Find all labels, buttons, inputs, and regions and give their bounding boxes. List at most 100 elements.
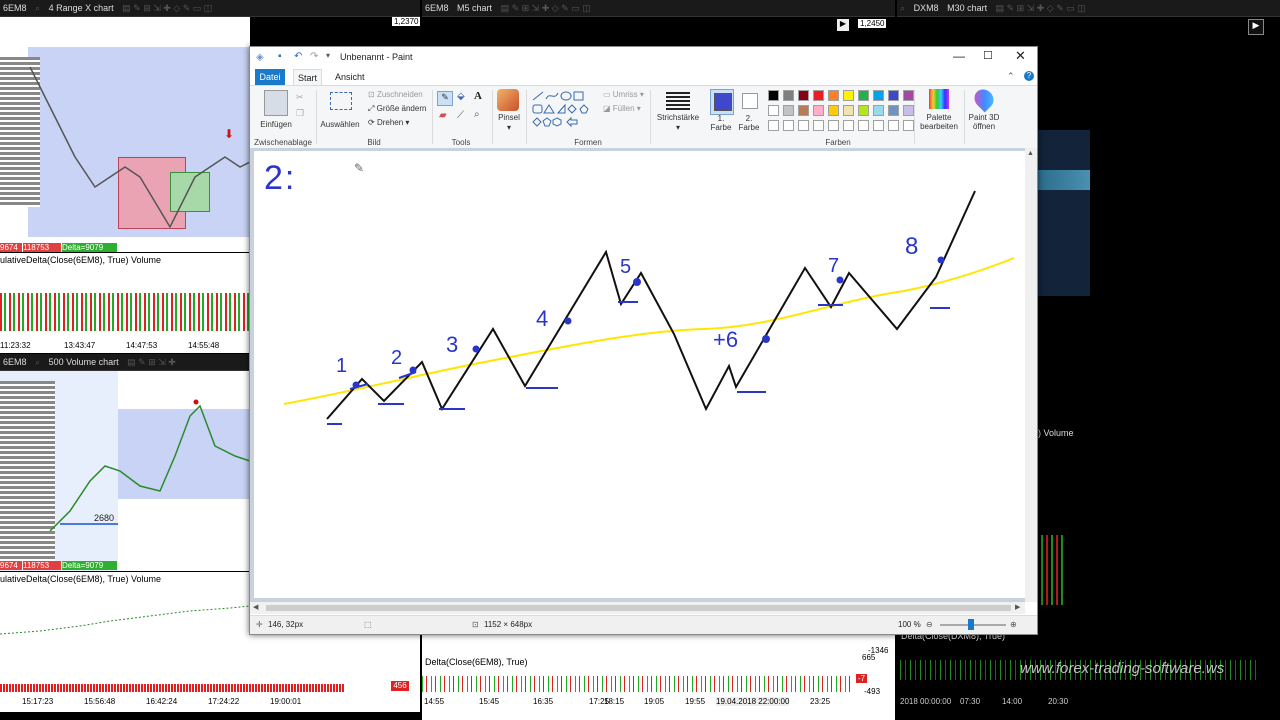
resize-button[interactable]: ⤢ Größe ändern xyxy=(368,104,426,114)
empty-color-swatch[interactable] xyxy=(888,120,899,131)
color-swatch[interactable] xyxy=(903,90,914,101)
color-swatch[interactable] xyxy=(783,90,794,101)
empty-color-swatch[interactable] xyxy=(813,120,824,131)
chart-type[interactable]: 500 Volume chart xyxy=(49,354,119,370)
zoom-slider-thumb[interactable] xyxy=(968,619,974,630)
text-tool-icon[interactable]: A xyxy=(474,90,482,102)
empty-color-swatch[interactable] xyxy=(903,120,914,131)
color-swatch[interactable] xyxy=(783,105,794,116)
fill-button[interactable]: ◪ Füllen ▾ xyxy=(603,104,641,113)
color-swatch[interactable] xyxy=(768,90,779,101)
color-picker-icon[interactable]: ⟋ xyxy=(457,110,464,121)
save-icon[interactable]: ▪ xyxy=(278,51,282,62)
scroll-right-icon[interactable]: ▶ xyxy=(1015,603,1020,611)
chart-type[interactable]: M30 chart xyxy=(947,0,987,16)
color-swatch[interactable] xyxy=(798,105,809,116)
scroll-left-icon[interactable]: ◀ xyxy=(253,603,258,611)
color-swatch[interactable] xyxy=(798,90,809,101)
color-swatch[interactable] xyxy=(828,105,839,116)
scroll-thumb[interactable] xyxy=(266,605,1011,611)
chart-symbol[interactable]: 6EM8 xyxy=(425,0,449,16)
settings-icon[interactable]: ▤ ✎ ⊞ ⇲ ✚ ◇ ✎ ▭ ◫ xyxy=(122,0,212,16)
crop-button[interactable]: ⊡ Zuschneiden xyxy=(368,90,423,99)
vertical-scrollbar[interactable]: ▲ xyxy=(1025,148,1037,602)
color-swatch[interactable] xyxy=(873,105,884,116)
color-swatch[interactable] xyxy=(843,105,854,116)
empty-color-swatch[interactable] xyxy=(843,120,854,131)
empty-color-swatch[interactable] xyxy=(858,120,869,131)
copy-icon[interactable]: ❐ xyxy=(296,108,304,119)
tab-file[interactable]: Datei xyxy=(255,69,285,85)
chevron-down-icon[interactable]: ▾ xyxy=(650,123,706,132)
chart-symbol[interactable]: DXM8 xyxy=(914,0,939,16)
paint-window[interactable]: ◈ ▪ ↶ ↷ ▾ Unbenannt - Paint — ☐ ✕ Datei … xyxy=(249,46,1038,635)
tab-start[interactable]: Start xyxy=(293,69,323,86)
quick-access-dropdown-icon[interactable]: ▾ xyxy=(326,51,330,60)
size-button[interactable]: Strichstärke xyxy=(650,113,706,122)
chart-symbol[interactable]: 6EM8 xyxy=(3,0,27,16)
shapes-gallery[interactable] xyxy=(532,90,598,130)
color-swatch[interactable] xyxy=(888,105,899,116)
color-swatch[interactable] xyxy=(828,90,839,101)
chart-type[interactable]: M5 chart xyxy=(457,0,492,16)
close-icon[interactable]: ✕ xyxy=(1015,48,1026,64)
collapse-ribbon-icon[interactable]: ⌃ xyxy=(1007,71,1015,82)
next-icon[interactable]: ▶ xyxy=(837,19,849,31)
color2-swatch[interactable] xyxy=(742,93,758,109)
line-width-icon[interactable] xyxy=(666,92,690,110)
chart-symbol[interactable]: 6EM8 xyxy=(3,354,27,370)
zoom-out-icon[interactable]: ⊖ xyxy=(926,616,933,634)
color1-button[interactable] xyxy=(710,89,734,115)
chevron-down-icon[interactable]: ▾ xyxy=(494,123,524,132)
paint-3d-icon[interactable] xyxy=(970,85,998,113)
paste-icon[interactable] xyxy=(264,90,288,116)
maximize-icon[interactable]: ☐ xyxy=(983,49,993,62)
color-swatch[interactable] xyxy=(858,90,869,101)
paste-button[interactable]: Einfügen xyxy=(256,120,296,129)
color-swatch[interactable] xyxy=(843,90,854,101)
title-bar[interactable]: ◈ ▪ ↶ ↷ ▾ Unbenannt - Paint — ☐ ✕ xyxy=(250,47,1037,69)
magnifier-icon[interactable]: ⌕ xyxy=(474,109,480,120)
select-icon[interactable] xyxy=(330,92,352,110)
brush-icon[interactable] xyxy=(497,89,519,111)
eraser-icon[interactable]: ▰ xyxy=(439,110,447,121)
edit-colors-button[interactable]: Palette xyxy=(914,113,964,122)
tab-view[interactable]: Ansicht xyxy=(331,69,369,85)
paint-3d-button[interactable]: Paint 3D xyxy=(962,113,1006,122)
color-swatch[interactable] xyxy=(768,105,779,116)
undo-icon[interactable]: ↶ xyxy=(294,51,302,62)
minimize-icon[interactable]: — xyxy=(953,49,965,63)
search-icon[interactable]: ⌕ xyxy=(35,0,40,16)
color-swatch[interactable] xyxy=(813,90,824,101)
edit-colors-icon[interactable] xyxy=(929,89,949,109)
search-icon[interactable]: ⌕ xyxy=(900,0,905,16)
horizontal-scrollbar[interactable]: ◀ ▶ xyxy=(250,602,1025,614)
redo-icon[interactable]: ↷ xyxy=(310,51,318,62)
next-icon[interactable]: ▶ xyxy=(1248,19,1264,35)
brushes-button[interactable]: Pinsel xyxy=(494,113,524,122)
pencil-icon[interactable]: ✎ xyxy=(437,91,453,106)
empty-color-swatch[interactable] xyxy=(828,120,839,131)
fill-bucket-icon[interactable]: ⬙ xyxy=(457,91,465,102)
color-swatch[interactable] xyxy=(858,105,869,116)
toolbar-icons[interactable]: ▤ ✎ ⊞ ⇲ ✚ xyxy=(127,354,176,370)
empty-color-swatch[interactable] xyxy=(873,120,884,131)
empty-color-swatch[interactable] xyxy=(798,120,809,131)
chart-type[interactable]: 4 Range X chart xyxy=(49,0,114,16)
color-swatch[interactable] xyxy=(903,105,914,116)
empty-color-swatch[interactable] xyxy=(783,120,794,131)
outline-button[interactable]: ▭ Umriss ▾ xyxy=(603,90,644,99)
color-swatch[interactable] xyxy=(873,90,884,101)
color-swatch[interactable] xyxy=(888,90,899,101)
drawing-canvas[interactable]: 2: 1 2 3 4 5 +6 7 8 ✎ xyxy=(254,151,1025,598)
toolbar-icons[interactable]: ▤ ✎ ⊞ ⇲ ✚ ◇ ✎ ▭ ◫ xyxy=(996,0,1086,16)
search-icon[interactable]: ⌕ xyxy=(35,354,40,370)
color-swatch[interactable] xyxy=(813,105,824,116)
toolbar-icons[interactable]: ▤ ✎ ⊞ ⇲ ✚ ◇ ✎ ▭ ◫ xyxy=(501,0,591,16)
help-icon[interactable]: ? xyxy=(1024,71,1034,81)
rotate-button[interactable]: ⟳ Drehen ▾ xyxy=(368,118,409,127)
empty-color-swatch[interactable] xyxy=(768,120,779,131)
scroll-up-icon[interactable]: ▲ xyxy=(1027,150,1034,157)
zoom-in-icon[interactable]: ⊕ xyxy=(1010,616,1017,634)
cut-icon[interactable]: ✂ xyxy=(296,92,304,103)
